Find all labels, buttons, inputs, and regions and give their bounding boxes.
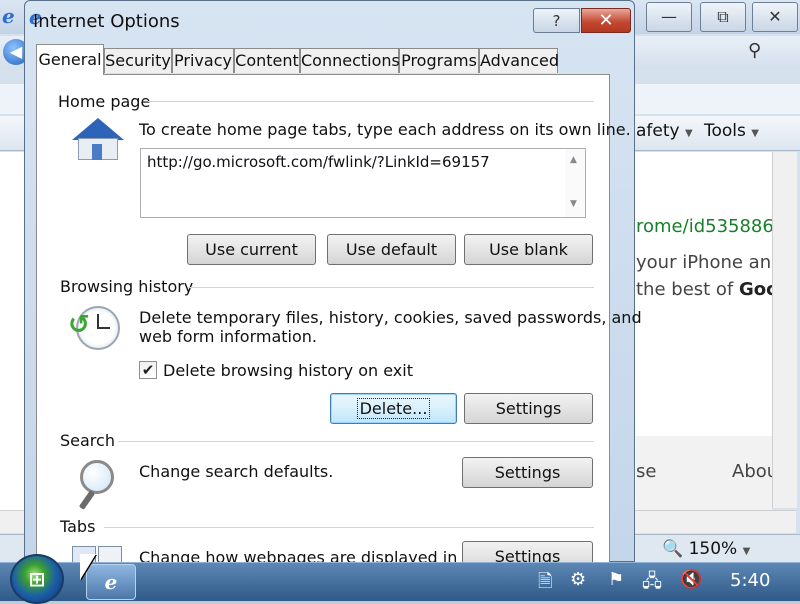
browser-close-button[interactable]: ✕	[752, 2, 798, 32]
zoom-control[interactable]: 🔍 150% ▼	[662, 539, 750, 559]
use-default-button[interactable]: Use default	[327, 234, 456, 265]
browsing-history-description-2: web form information.	[139, 327, 317, 346]
chevron-down-icon: ▼	[742, 546, 751, 557]
tab-content[interactable]: Content	[234, 48, 300, 73]
browsing-history-heading: Browsing history	[60, 277, 194, 296]
network-icon[interactable]: 🖧	[642, 569, 662, 599]
safety-menu-label: afety	[636, 121, 680, 141]
history-settings-button[interactable]: Settings	[464, 393, 593, 424]
textarea-scrollbar[interactable]: ▲ ▼	[565, 149, 585, 217]
action-center-icon[interactable]: ⚙	[570, 569, 586, 590]
mouse-cursor-icon	[80, 554, 96, 580]
search-icon[interactable]: ⚲	[748, 40, 761, 61]
section-divider	[148, 101, 594, 102]
tabs-heading: Tabs	[60, 517, 96, 536]
section-divider	[188, 287, 594, 288]
tab-security[interactable]: Security	[104, 48, 172, 73]
ie-logo-icon: e	[2, 4, 15, 28]
home-page-instruction: To create home page tabs, type each addr…	[139, 120, 631, 139]
page-link[interactable]: rome/id5358868	[636, 216, 785, 237]
section-divider	[104, 527, 594, 528]
tab-privacy[interactable]: Privacy	[172, 48, 234, 73]
search-heading: Search	[60, 431, 115, 450]
page-text-prefix: the best of	[636, 279, 739, 300]
scroll-down-icon[interactable]: ▼	[570, 199, 577, 209]
tab-connections[interactable]: Connections	[300, 48, 400, 73]
chevron-down-icon: ▼	[751, 128, 759, 139]
flag-icon[interactable]: ⚑	[608, 569, 624, 590]
page-text-line: the best of Goo	[636, 279, 779, 300]
history-clock-icon: ↺	[68, 306, 122, 352]
document-tray-icon[interactable]: 🗎	[538, 569, 552, 599]
delete-on-exit-checkbox[interactable]: ✔	[139, 361, 157, 379]
help-button[interactable]: ?	[533, 8, 580, 33]
page-text-line: your iPhone and	[636, 252, 783, 273]
volume-muted-icon[interactable]: 🔇	[680, 569, 702, 590]
search-settings-button[interactable]: Settings	[462, 457, 593, 488]
home-page-url: http://go.microsoft.com/fwlink/?LinkId=6…	[147, 153, 490, 171]
magnifier-icon	[78, 460, 120, 510]
vertical-scrollbar[interactable]	[772, 152, 797, 508]
safety-menu[interactable]: afety ▼	[636, 121, 693, 141]
search-description: Change search defaults.	[139, 462, 334, 481]
dialog-title: Internet Options	[33, 11, 180, 32]
restore-button[interactable]: ⧉	[700, 2, 746, 32]
use-blank-button[interactable]: Use blank	[464, 234, 593, 265]
section-divider	[118, 441, 594, 442]
page-footer-link[interactable]: se	[636, 461, 656, 482]
use-current-button[interactable]: Use current	[187, 234, 316, 265]
home-page-textarea[interactable]: http://go.microsoft.com/fwlink/?LinkId=6…	[140, 148, 586, 218]
delete-button[interactable]: Delete...	[330, 393, 457, 424]
taskbar-clock[interactable]: 5:40	[730, 570, 770, 591]
tools-menu[interactable]: Tools ▼	[704, 121, 759, 141]
tools-menu-label: Tools	[704, 121, 746, 141]
chevron-down-icon: ▼	[685, 128, 693, 139]
tab-advanced[interactable]: Advanced	[479, 48, 559, 73]
zoom-level: 150%	[688, 539, 738, 559]
tab-general[interactable]: General	[36, 44, 104, 75]
delete-button-label: Delete...	[356, 398, 431, 419]
home-icon	[72, 118, 124, 160]
tab-programs[interactable]: Programs	[399, 48, 479, 73]
minimize-button[interactable]: —	[646, 2, 692, 32]
home-page-heading: Home page	[58, 92, 151, 111]
browsing-history-description: Delete temporary files, history, cookies…	[139, 308, 642, 327]
scroll-up-icon[interactable]: ▲	[570, 155, 577, 165]
dialog-close-button[interactable]: ✕	[581, 8, 631, 33]
start-button[interactable]: ⊞	[10, 554, 64, 604]
zoom-icon: 🔍	[662, 539, 684, 559]
delete-on-exit-label[interactable]: Delete browsing history on exit	[163, 361, 413, 380]
